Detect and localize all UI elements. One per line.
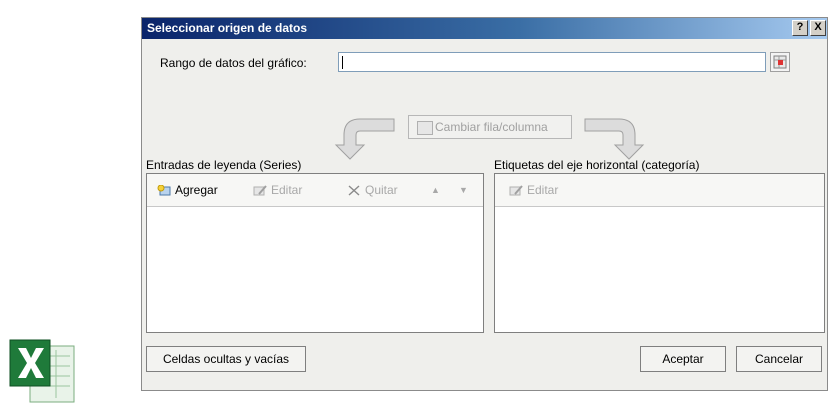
edit-label: Editar (527, 183, 559, 197)
edit-label: Editar (271, 183, 303, 197)
range-label: Rango de datos del gráfico: (160, 56, 307, 70)
edit-icon (253, 185, 267, 196)
excel-logo-icon (9, 339, 75, 403)
axis-labels-label: Etiquetas del eje horizontal (categoría) (494, 158, 700, 172)
range-input[interactable] (338, 52, 766, 72)
range-select-button[interactable] (770, 52, 790, 72)
legend-entries-label: Entradas de leyenda (Series) (146, 158, 302, 172)
left-arrow-icon (334, 118, 395, 160)
legend-entries-panel[interactable]: Agregar Editar Quitar ▲ ▼ (146, 173, 484, 333)
add-label: Agregar (175, 183, 218, 197)
switch-icon (417, 121, 433, 135)
edit-icon (509, 185, 523, 196)
ok-button[interactable]: Aceptar (640, 346, 726, 372)
close-button[interactable]: X (810, 20, 826, 36)
axis-toolbar: Editar (495, 174, 824, 207)
dialog-title: Seleccionar origen de datos (147, 21, 308, 35)
dialog-titlebar[interactable]: Seleccionar origen de datos ? X (142, 18, 827, 39)
remove-icon (348, 185, 360, 196)
remove-label: Quitar (365, 183, 398, 197)
range-select-icon (773, 55, 787, 69)
edit-axis-button[interactable]: Editar (509, 183, 558, 197)
right-arrow-icon (584, 118, 645, 160)
add-series-button[interactable]: Agregar (157, 183, 218, 197)
switch-row-column-button[interactable]: Cambiar fila/columna (408, 115, 572, 139)
remove-series-button[interactable]: Quitar (347, 183, 398, 197)
move-up-icon[interactable]: ▲ (431, 185, 440, 195)
add-series-icon (157, 185, 171, 196)
legend-toolbar: Agregar Editar Quitar ▲ ▼ (147, 174, 483, 207)
edit-series-button[interactable]: Editar (253, 183, 302, 197)
move-down-icon[interactable]: ▼ (459, 185, 468, 195)
cancel-button[interactable]: Cancelar (736, 346, 822, 372)
axis-labels-panel[interactable]: Editar (494, 173, 825, 333)
help-button[interactable]: ? (792, 20, 808, 36)
select-data-source-dialog: Seleccionar origen de datos ? X Rango de… (141, 17, 828, 391)
text-caret (342, 56, 343, 69)
hidden-cells-button[interactable]: Celdas ocultas y vacías (146, 346, 306, 372)
switch-label: Cambiar fila/columna (435, 120, 548, 134)
